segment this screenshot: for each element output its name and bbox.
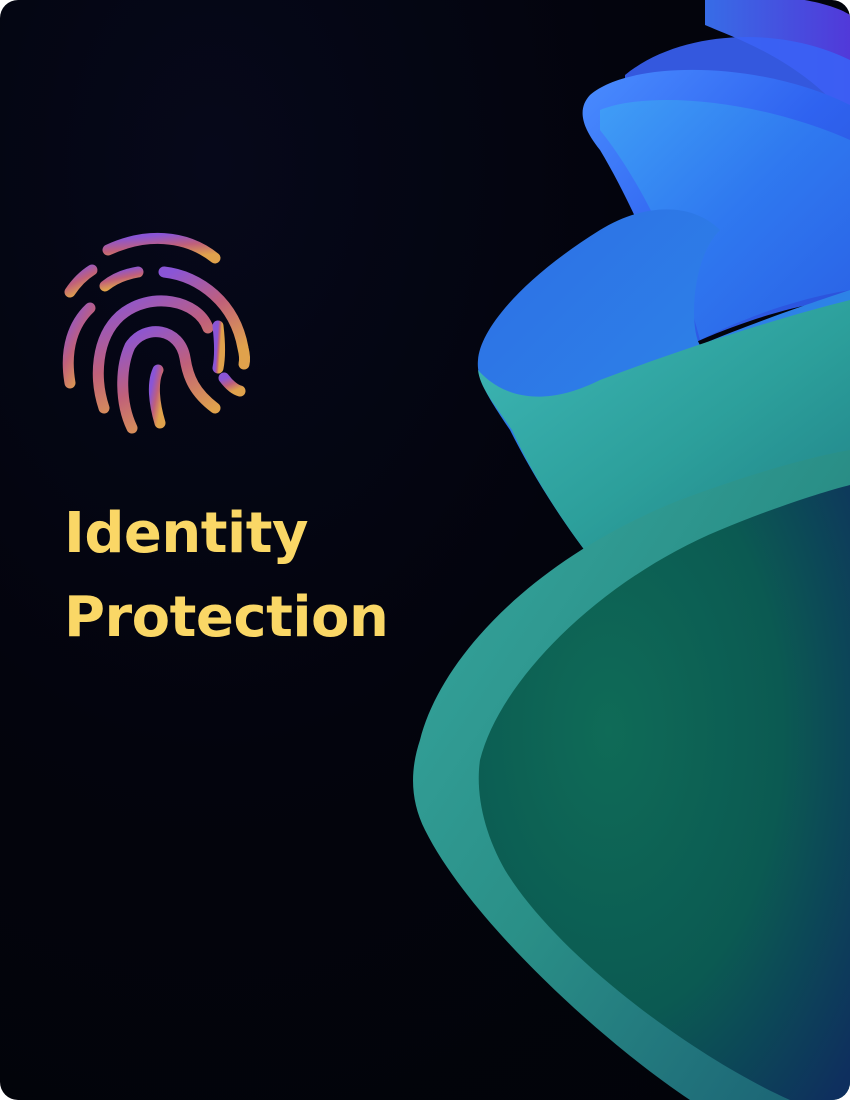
fingerprint-icon bbox=[62, 232, 251, 434]
title-line-1: Identity bbox=[64, 501, 309, 566]
page-title: Identity Protection bbox=[64, 492, 389, 660]
title-line-2: Protection bbox=[64, 585, 389, 650]
identity-protection-card: Identity Protection bbox=[0, 0, 850, 1100]
